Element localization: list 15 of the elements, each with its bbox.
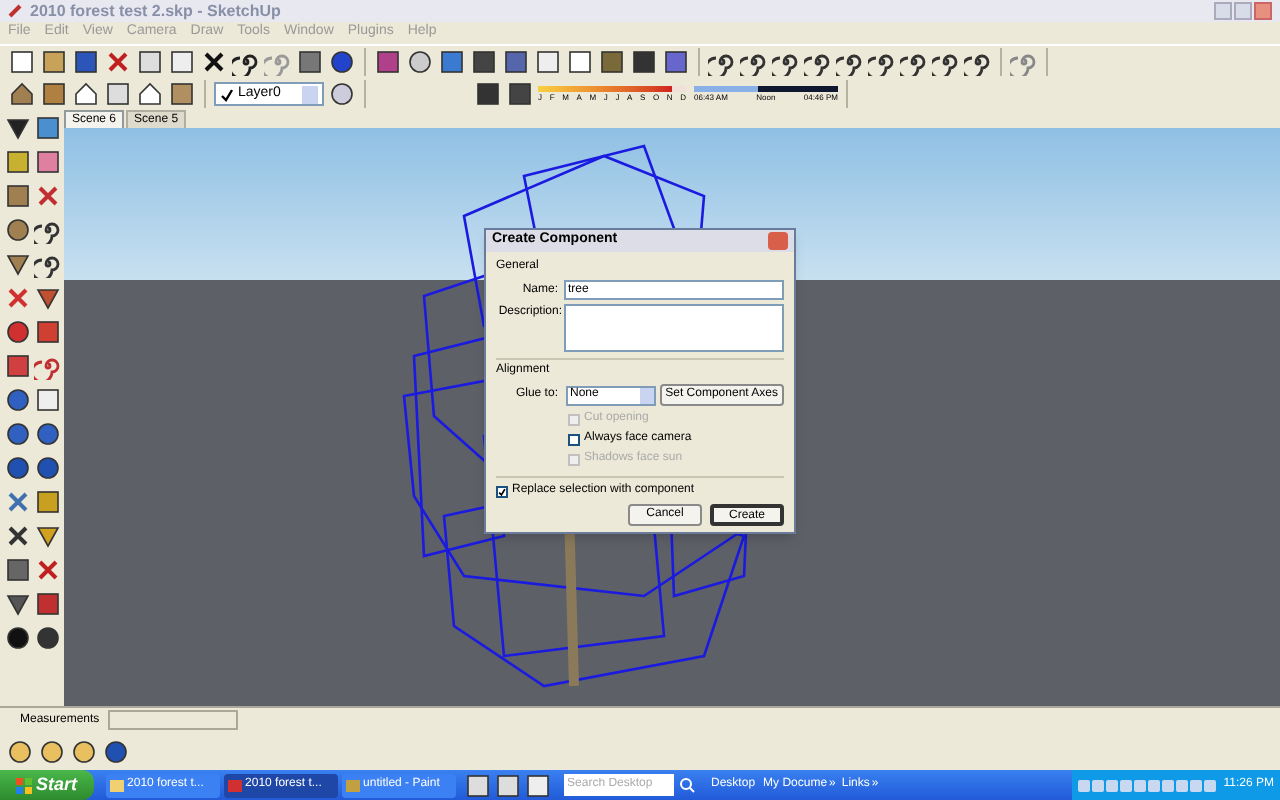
start-button[interactable]: Start <box>0 770 94 800</box>
description-field[interactable] <box>564 304 784 352</box>
circle-icon[interactable] <box>70 737 98 765</box>
month-slider[interactable] <box>538 86 686 92</box>
checkbox[interactable] <box>496 485 508 497</box>
windows-logo-icon <box>16 777 32 793</box>
window-title: 2010 forest test 2.skp - SketchUp <box>30 0 281 23</box>
circle-icon[interactable] <box>3 216 31 244</box>
time-slider[interactable] <box>694 86 838 92</box>
rectangle-icon[interactable] <box>3 182 31 210</box>
measurements-field[interactable] <box>107 710 238 730</box>
checkmark-icon <box>220 87 234 101</box>
checkbox[interactable] <box>568 433 580 445</box>
search-icon[interactable] <box>677 776 696 794</box>
triangle-icon[interactable] <box>3 250 31 278</box>
